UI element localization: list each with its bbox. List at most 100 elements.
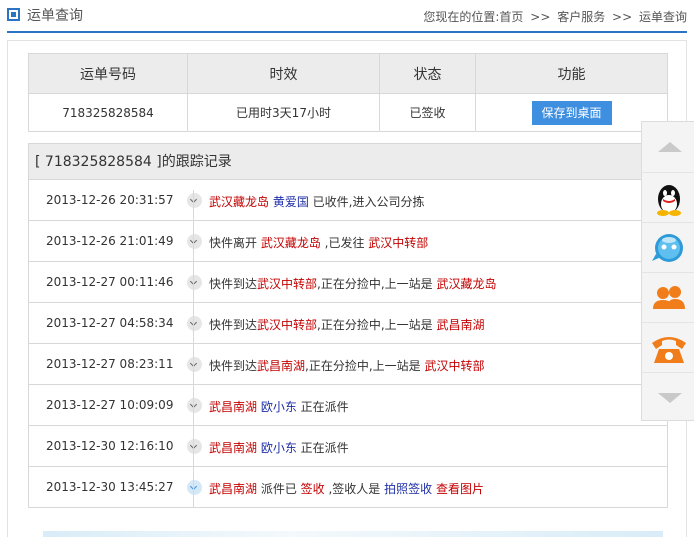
person-text: 拍照签收 bbox=[384, 482, 433, 496]
page-title: 运单查询 bbox=[27, 8, 83, 24]
tracking-row: 2013-12-27 04:58:34 快件到达武汉中转部,正在分捡中,上一站是 … bbox=[29, 303, 667, 344]
person-text: 黄爱国 bbox=[272, 195, 309, 209]
description-text: 快件到达 bbox=[209, 318, 258, 332]
tracking-description: 快件到达武汉中转部,正在分捡中,上一站是 武汉藏龙岛 bbox=[209, 275, 497, 292]
tracking-title-open: [ bbox=[35, 154, 45, 170]
description-text: ,已发往 bbox=[320, 236, 369, 250]
description-text: 正在派件 bbox=[296, 400, 349, 414]
qq-icon bbox=[657, 185, 681, 216]
chevron-down-icon bbox=[187, 275, 202, 290]
bottom-banner bbox=[43, 531, 663, 537]
column-header-duration: 时效 bbox=[187, 53, 380, 94]
chevron-down-icon bbox=[187, 193, 202, 208]
breadcrumb-separator: >> bbox=[530, 10, 551, 24]
location-text: 武昌南湖 bbox=[209, 482, 258, 496]
waybill-no-cell: 718325828584 bbox=[28, 93, 188, 132]
chat-bubble-icon bbox=[652, 234, 683, 262]
description-text: ,正在分捡中,上一站是 bbox=[317, 318, 437, 332]
location-text: 武昌南湖 bbox=[257, 359, 306, 373]
status-cell: 已签收 bbox=[379, 93, 476, 132]
description-text: 快件到达 bbox=[209, 359, 258, 373]
tracking-row: 2013-12-27 10:09:09 武昌南湖 欧小东 正在派件 bbox=[29, 385, 667, 426]
column-header-function: 功能 bbox=[475, 53, 668, 94]
qq-button[interactable] bbox=[642, 172, 694, 222]
chevron-down-icon bbox=[187, 316, 202, 331]
location-text: 武汉中转部 bbox=[424, 359, 485, 373]
description-text: ,正在分捡中,上一站是 bbox=[305, 359, 425, 373]
location-text: 武汉藏龙岛 bbox=[209, 195, 270, 209]
section-icon bbox=[7, 8, 20, 21]
description-text: 快件离开 bbox=[209, 236, 261, 250]
chevron-down-icon bbox=[187, 398, 202, 413]
person-text: 欧小东 bbox=[260, 400, 297, 414]
contacts-icon bbox=[653, 286, 685, 309]
tracking-records: [ 718325828584 ]的跟踪记录 2013-12-26 20:31:5… bbox=[28, 143, 668, 508]
tracking-description: 武昌南湖 欧小东 正在派件 bbox=[209, 439, 349, 456]
chevron-down-icon bbox=[187, 439, 202, 454]
description-text: 快件到达 bbox=[209, 277, 258, 291]
page: 运单查询 您现在的位置:首页 >> 客户服务 >> 运单查询 运单号码 时效 状… bbox=[0, 0, 694, 537]
location-text: 武汉中转部 bbox=[257, 277, 318, 291]
view-photo-link[interactable]: 查看图片 bbox=[436, 482, 484, 496]
breadcrumb-customer-service[interactable]: 客户服务 bbox=[557, 10, 605, 24]
chat-button[interactable] bbox=[642, 222, 694, 272]
scroll-down-button[interactable] bbox=[642, 372, 694, 422]
timeline-line bbox=[193, 190, 194, 508]
tracking-description: 武昌南湖 派件已 签收 ,签收人是 拍照签收 查看图片 bbox=[209, 480, 484, 497]
description-text: ,签收人是 bbox=[324, 482, 385, 496]
tracking-row: 2013-12-30 12:16:10 武昌南湖 欧小东 正在派件 bbox=[29, 426, 667, 467]
description-text: 正在派件 bbox=[296, 441, 349, 455]
tracking-description: 武汉藏龙岛 黄爱国 已收件,进入公司分拣 bbox=[209, 193, 425, 210]
tracking-time: 2013-12-27 00:11:46 bbox=[46, 275, 174, 289]
tracking-time: 2013-12-30 13:45:27 bbox=[46, 480, 174, 494]
location-text: 武昌南湖 bbox=[209, 400, 258, 414]
header-divider bbox=[7, 31, 687, 33]
location-text: 武汉藏龙岛 bbox=[436, 277, 497, 291]
breadcrumb-current: 运单查询 bbox=[638, 10, 687, 24]
function-cell: 保存到桌面 bbox=[475, 93, 668, 132]
table-row: 718325828584 已用时3天17小时 已签收 保存到桌面 bbox=[28, 93, 668, 132]
location-text: 武汉中转部 bbox=[368, 236, 429, 250]
column-header-waybill-no: 运单号码 bbox=[28, 53, 188, 94]
tracking-description: 快件到达武汉中转部,正在分捡中,上一站是 武昌南湖 bbox=[209, 316, 485, 333]
waybill-summary-table: 运单号码 时效 状态 功能 718325828584 已用时3天17小时 已签收… bbox=[28, 53, 668, 132]
chevron-down-icon bbox=[187, 480, 202, 495]
contacts-button[interactable] bbox=[642, 272, 694, 322]
tracking-time: 2013-12-27 08:23:11 bbox=[46, 357, 174, 371]
breadcrumb: 您现在的位置:首页 >> 客户服务 >> 运单查询 bbox=[423, 8, 687, 25]
chevron-down-icon bbox=[187, 357, 202, 372]
tracking-time: 2013-12-27 10:09:09 bbox=[46, 398, 174, 412]
phone-button[interactable] bbox=[642, 322, 694, 372]
location-text: 武汉中转部 bbox=[257, 318, 318, 332]
location-text: 武昌南湖 bbox=[436, 318, 485, 332]
tracking-row: 2013-12-27 08:23:11 快件到达武昌南湖,正在分捡中,上一站是 武… bbox=[29, 344, 667, 385]
duration-cell: 已用时3天17小时 bbox=[187, 93, 380, 132]
tracking-row: 2013-12-26 20:31:57 武汉藏龙岛 黄爱国 已收件,进入公司分拣 bbox=[29, 180, 667, 221]
breadcrumb-home[interactable]: 首页 bbox=[499, 10, 523, 24]
tracking-description: 快件到达武昌南湖,正在分捡中,上一站是 武汉中转部 bbox=[209, 357, 485, 374]
location-text: 武昌南湖 bbox=[209, 441, 258, 455]
breadcrumb-prefix: 您现在的位置: bbox=[423, 10, 500, 24]
tracking-description: 武昌南湖 欧小东 正在派件 bbox=[209, 398, 349, 415]
telephone-icon bbox=[652, 337, 686, 363]
location-text: 武汉藏龙岛 bbox=[260, 236, 321, 250]
tracking-time: 2013-12-26 21:01:49 bbox=[46, 234, 174, 248]
breadcrumb-separator: >> bbox=[612, 10, 633, 24]
tracking-row: 2013-12-27 00:11:46 快件到达武汉中转部,正在分捡中,上一站是 … bbox=[29, 262, 667, 303]
tracking-title: [ 718325828584 ]的跟踪记录 bbox=[29, 144, 667, 180]
tracking-time: 2013-12-27 04:58:34 bbox=[46, 316, 174, 330]
save-to-desktop-button[interactable]: 保存到桌面 bbox=[531, 100, 612, 125]
page-header: 运单查询 您现在的位置:首页 >> 客户服务 >> 运单查询 bbox=[0, 0, 694, 34]
column-header-status: 状态 bbox=[379, 53, 476, 94]
description-text: ,正在分捡中,上一站是 bbox=[317, 277, 437, 291]
tracking-list: 2013-12-26 20:31:57 武汉藏龙岛 黄爱国 已收件,进入公司分拣 2… bbox=[29, 180, 667, 508]
tracking-time: 2013-12-30 12:16:10 bbox=[46, 439, 174, 453]
table-header-row: 运单号码 时效 状态 功能 bbox=[28, 53, 668, 94]
tracking-row: 2013-12-26 21:01:49 快件离开 武汉藏龙岛 ,已发往 武汉中转部 bbox=[29, 221, 667, 262]
chevron-down-icon bbox=[187, 234, 202, 249]
description-text: 派件已 bbox=[257, 482, 301, 496]
tracking-waybill-no: 718325828584 bbox=[44, 154, 152, 170]
tracking-time: 2013-12-26 20:31:57 bbox=[46, 193, 174, 207]
scroll-up-button[interactable] bbox=[642, 122, 694, 172]
tracking-title-close: ]的跟踪记录 bbox=[151, 154, 232, 170]
